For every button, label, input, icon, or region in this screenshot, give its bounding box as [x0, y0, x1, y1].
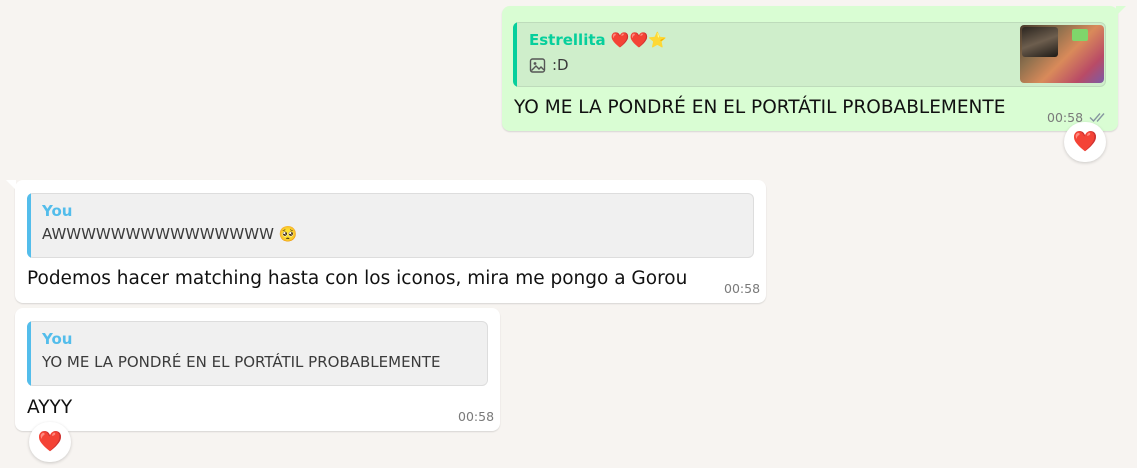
message-text: AYYY [27, 397, 73, 418]
quote-author: You [42, 202, 73, 220]
heart-reaction-icon: ❤️ [37, 429, 63, 453]
bubble-tail [1116, 6, 1126, 16]
quote-accent-bar [27, 321, 31, 386]
reaction-badge[interactable]: ❤️ [29, 422, 71, 462]
bubble-tail [6, 180, 16, 190]
message-time: 00:58 [458, 409, 495, 424]
reaction-badge[interactable]: ❤️ [1064, 122, 1106, 162]
quote-author: You [42, 330, 73, 348]
quote-accent-bar [27, 193, 31, 258]
image-icon [529, 58, 546, 73]
message-text: YO ME LA PONDRÉ EN EL PORTÁTIL PROBABLEM… [514, 97, 1006, 118]
quote-image-thumbnail[interactable] [1020, 25, 1104, 83]
thumbnail-cat-photo [1022, 27, 1058, 57]
double-check-icon [1089, 113, 1105, 123]
quoted-message[interactable]: Estrellita ❤️❤️⭐ :D [513, 22, 1106, 87]
message-time: 00:58 [724, 281, 761, 296]
thumbnail-sticker [1072, 29, 1088, 41]
quote-accent-bar [513, 22, 517, 87]
quoted-message[interactable]: You YO ME LA PONDRÉ EN EL PORTÁTIL PROBA… [27, 321, 488, 386]
message-text: Podemos hacer matching hasta con los ico… [27, 268, 688, 289]
quote-author: Estrellita ❤️❤️⭐ [529, 31, 667, 49]
heart-reaction-icon: ❤️ [1072, 129, 1098, 153]
quote-text: :D [552, 56, 569, 74]
quoted-message[interactable]: You AWWWWWWWWWWWWWWW 🥺 [27, 193, 754, 258]
quote-text: AWWWWWWWWWWWWWWW 🥺 [42, 225, 298, 243]
quote-text: YO ME LA PONDRÉ EN EL PORTÁTIL PROBABLEM… [42, 353, 441, 371]
